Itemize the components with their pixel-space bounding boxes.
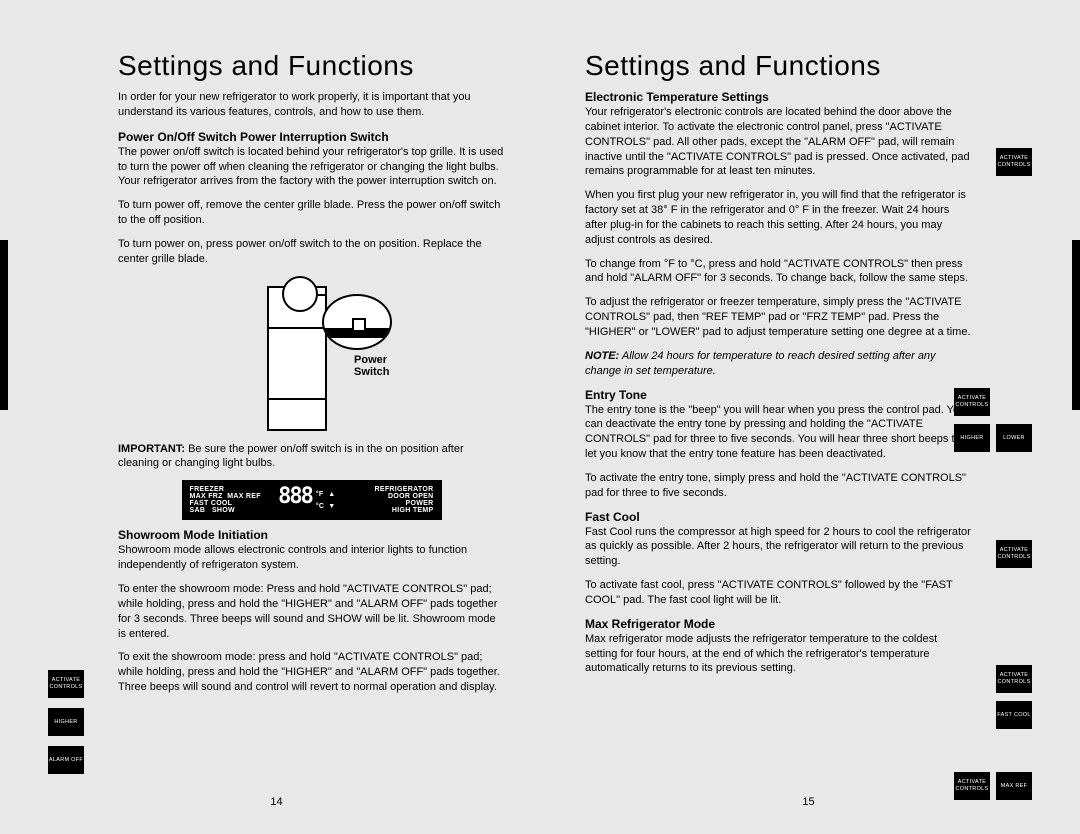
- body-text: To activate the entry tone, simply press…: [585, 471, 972, 501]
- arrow-down-icon: ▼: [328, 503, 335, 510]
- intro-text: In order for your new refrigerator to wo…: [118, 90, 505, 120]
- body-text: To turn power on, press power on/off swi…: [118, 237, 505, 267]
- diagram-label-line1: Power: [354, 354, 387, 366]
- activate-controls-button: ACTIVATE CONTROLS: [954, 772, 990, 800]
- panel-label-sab: SAB: [190, 507, 206, 514]
- panel-label-dooropen: DOOR OPEN: [388, 493, 433, 500]
- note-text: NOTE: Allow 24 hours for temperature to …: [585, 349, 972, 379]
- panel-unit-arrows: °F °C: [316, 486, 328, 514]
- diagram-power-switch: Power Switch: [232, 276, 392, 436]
- heading-power-switch: Power On/Off Switch Power Interruption S…: [118, 130, 505, 144]
- panel-arrows: ▲ ▼: [328, 486, 339, 514]
- note-label: NOTE:: [585, 350, 619, 362]
- button-group-fast-cool: ACTIVATE CONTROLS FAST COOL: [996, 665, 1032, 729]
- body-text: The power on/off switch is located behin…: [118, 145, 505, 190]
- button-row: HIGHER LOWER: [954, 424, 1032, 452]
- activate-controls-button: ACTIVATE CONTROLS: [48, 670, 84, 698]
- control-panel-display: FREEZER MAX FRZ MAX REF FAST COOL SAB SH…: [182, 480, 442, 520]
- body-text: To activate fast cool, press "ACTIVATE C…: [585, 578, 972, 608]
- heading-entry-tone: Entry Tone: [585, 388, 972, 402]
- fast-cool-button: FAST COOL: [996, 701, 1032, 729]
- activate-controls-button: ACTIVATE CONTROLS: [954, 388, 990, 416]
- body-text: Max refrigerator mode adjusts the refrig…: [585, 632, 972, 677]
- body-text: To turn power off, remove the center gri…: [118, 198, 505, 228]
- diagram-magnifier-inset: [322, 294, 392, 350]
- button-group-showroom: ACTIVATE CONTROLS HIGHER ALARM OFF: [48, 670, 84, 774]
- panel-label-hightemp: HIGH TEMP: [392, 507, 434, 514]
- body-text: To adjust the refrigerator or freezer te…: [585, 295, 972, 340]
- page-number: 14: [270, 796, 282, 808]
- button-row: ACTIVATE CONTROLS MAX REF: [954, 772, 1032, 800]
- seven-segment-display: 888: [274, 486, 316, 514]
- page-number: 15: [802, 796, 814, 808]
- arrow-up-icon: ▲: [328, 491, 335, 498]
- body-text: To exit the showroom mode: press and hol…: [118, 650, 505, 695]
- important-label: IMPORTANT:: [118, 443, 185, 455]
- heading-max-refrigerator: Max Refrigerator Mode: [585, 617, 972, 631]
- body-text: To change from °F to °C, press and hold …: [585, 257, 972, 287]
- heading-fast-cool: Fast Cool: [585, 510, 972, 524]
- heading-showroom: Showroom Mode Initiation: [118, 528, 505, 542]
- button-group-entry-tone: ACTIVATE CONTROLS: [996, 540, 1032, 568]
- diagram-leader-line: [317, 294, 325, 296]
- body-text: Showroom mode allows electronic controls…: [118, 543, 505, 573]
- panel-label-power: POWER: [406, 500, 434, 507]
- panel-label-fastcool: FAST COOL: [190, 500, 275, 507]
- body-text: When you first plug your new refrigerato…: [585, 188, 972, 247]
- panel-right-col: REFRIGERATOR DOOR OPEN POWER HIGH TEMP: [340, 486, 434, 514]
- page-left: Settings and Functions In order for your…: [8, 30, 545, 814]
- alarm-off-button: ALARM OFF: [48, 746, 84, 774]
- activate-controls-button: ACTIVATE CONTROLS: [996, 148, 1032, 176]
- panel-label-refrigerator: REFRIGERATOR: [375, 486, 434, 493]
- panel-unit-f: °F: [316, 491, 324, 498]
- body-text: To enter the showroom mode: Press and ho…: [118, 582, 505, 641]
- button-group-max-ref: ACTIVATE CONTROLS MAX REF: [954, 772, 1032, 800]
- body-text: The entry tone is the "beep" you will he…: [585, 403, 972, 462]
- panel-row: SAB SHOW: [190, 507, 275, 514]
- button-group-temp-1: ACTIVATE CONTROLS: [996, 148, 1032, 176]
- higher-button: HIGHER: [954, 424, 990, 452]
- diagram-label: Power Switch: [354, 354, 389, 378]
- panel-left-col: FREEZER MAX FRZ MAX REF FAST COOL SAB SH…: [190, 486, 275, 514]
- max-ref-button: MAX REF: [996, 772, 1032, 800]
- page-title: Settings and Functions: [585, 50, 972, 82]
- activate-controls-button: ACTIVATE CONTROLS: [996, 540, 1032, 568]
- page-spread: Settings and Functions In order for your…: [0, 0, 1080, 834]
- panel-label-freezer: FREEZER: [190, 486, 275, 493]
- panel-row: MAX FRZ MAX REF: [190, 493, 275, 500]
- panel-label-maxref: MAX REF: [227, 493, 261, 500]
- higher-button: HIGHER: [48, 708, 84, 736]
- lower-button: LOWER: [996, 424, 1032, 452]
- body-text: Your refrigerator's electronic controls …: [585, 105, 972, 179]
- heading-electronic-temp: Electronic Temperature Settings: [585, 90, 972, 104]
- page-right: Settings and Functions Electronic Temper…: [545, 30, 1072, 814]
- activate-controls-button: ACTIVATE CONTROLS: [996, 665, 1032, 693]
- note-body: Allow 24 hours for temperature to reach …: [585, 350, 936, 377]
- body-text: Fast Cool runs the compressor at high sp…: [585, 525, 972, 570]
- diagram-magnifier-source: [282, 276, 318, 312]
- diagram-label-line2: Switch: [354, 366, 389, 378]
- panel-label-maxfrz: MAX FRZ: [190, 493, 223, 500]
- important-note: IMPORTANT: Be sure the power on/off swit…: [118, 442, 505, 472]
- panel-label-show: SHOW: [212, 507, 235, 514]
- panel-unit-c: °C: [316, 503, 324, 510]
- page-title: Settings and Functions: [118, 50, 505, 82]
- button-group-temp-2: ACTIVATE CONTROLS HIGHER LOWER: [954, 388, 1032, 452]
